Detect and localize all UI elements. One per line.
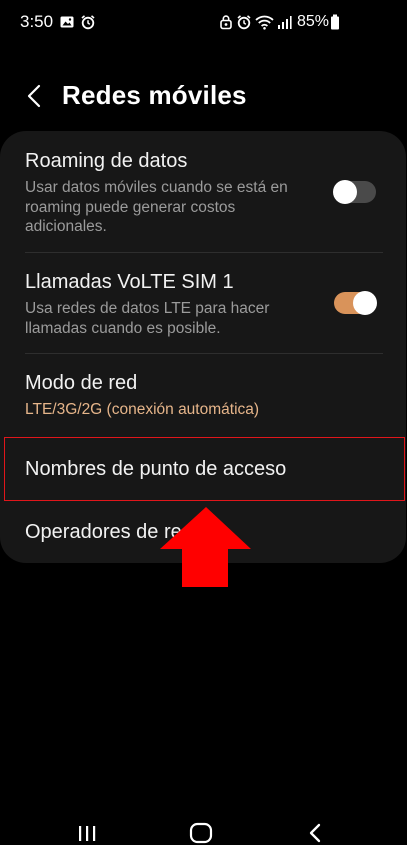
alarm-icon xyxy=(237,15,251,30)
highlight-box xyxy=(4,437,405,501)
setting-title: Roaming de datos xyxy=(25,150,188,172)
toggle-knob xyxy=(353,291,377,315)
setting-value: LTE/3G/2G (conexión automática) xyxy=(25,401,260,418)
setting-title: Llamadas VoLTE SIM 1 xyxy=(25,271,234,293)
battery-percent: 85% xyxy=(297,13,330,30)
setting-title: Modo de red xyxy=(25,372,138,394)
toggle-knob xyxy=(333,180,357,204)
back-nav-button[interactable] xyxy=(300,821,330,845)
page-title: Redes móviles xyxy=(62,80,247,110)
home-button[interactable] xyxy=(186,821,216,845)
wifi-icon xyxy=(255,15,274,30)
back-icon xyxy=(309,823,321,843)
battery-icon xyxy=(331,14,339,30)
setting-modo-de-red[interactable]: Modo de red LTE/3G/2G (conexión automáti… xyxy=(0,354,406,437)
chevron-left-icon xyxy=(27,84,41,108)
arrow-up-icon xyxy=(160,507,251,587)
status-bar: 3:50 85% xyxy=(0,0,407,44)
status-time: 3:50 xyxy=(20,12,54,31)
navigation-bar xyxy=(0,815,407,845)
back-button[interactable] xyxy=(16,78,52,114)
setting-llamadas-volte-sim-1[interactable]: Llamadas VoLTE SIM 1 Usa redes de datos … xyxy=(0,253,406,353)
alarm-icon xyxy=(81,15,95,30)
recents-button[interactable] xyxy=(72,821,102,845)
setting-roaming-de-datos[interactable]: Roaming de datos Usar datos móviles cuan… xyxy=(0,131,406,252)
recents-icon xyxy=(79,826,96,841)
volte-toggle[interactable] xyxy=(334,291,377,315)
lock-notification-icon xyxy=(220,15,232,30)
signal-icon xyxy=(278,16,292,29)
setting-subtitle: Usa redes de datos LTE para hacer llamad… xyxy=(25,300,270,337)
image-icon xyxy=(60,16,74,28)
roaming-toggle[interactable] xyxy=(333,180,376,204)
home-icon xyxy=(189,822,213,844)
setting-subtitle: Usar datos móviles cuando se está en roa… xyxy=(25,179,288,235)
